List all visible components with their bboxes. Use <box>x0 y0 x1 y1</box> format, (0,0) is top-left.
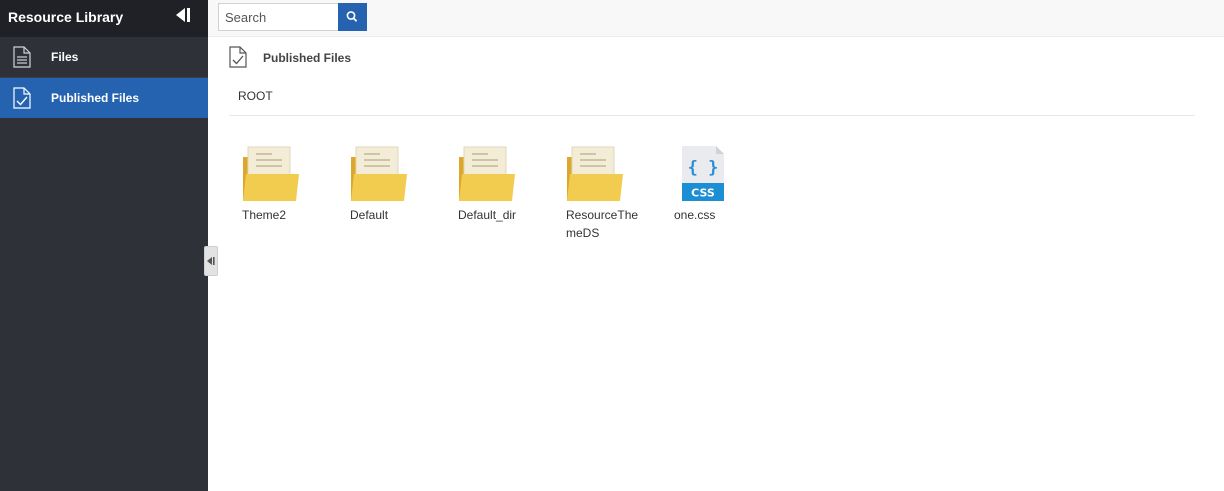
folder-item[interactable]: Theme2 <box>242 145 322 224</box>
toolbar <box>208 0 1224 37</box>
folder-icon <box>243 146 299 201</box>
sidebar-title: Resource Library <box>8 9 124 25</box>
folder-item[interactable]: Default_dir <box>458 145 538 224</box>
collapse-sidebar-button[interactable] <box>174 6 194 26</box>
folder-item[interactable]: ResourceThemeDS <box>566 145 646 242</box>
breadcrumb[interactable]: ROOT <box>238 89 273 103</box>
file-name: Default <box>350 208 389 222</box>
folder-icon <box>351 146 407 201</box>
collapse-left-icon <box>176 8 190 22</box>
document-icon <box>13 46 31 68</box>
file-name: Theme2 <box>242 208 287 222</box>
panel-splitter-handle[interactable] <box>204 246 218 276</box>
sidebar-item-label: Files <box>51 50 79 64</box>
svg-text:{ }: { } <box>688 158 719 178</box>
page-title: Published Files <box>263 51 352 65</box>
file-name: ResourceThemeDS <box>566 208 639 240</box>
folder-item[interactable]: Default <box>350 145 430 224</box>
published-document-icon <box>229 46 247 68</box>
file-item[interactable]: { } CSS one.css <box>674 145 754 224</box>
sidebar-item-label: Published Files <box>51 91 140 105</box>
search-icon <box>346 11 358 22</box>
file-name: one.css <box>674 208 716 222</box>
collapse-left-icon <box>207 257 215 265</box>
folder-icon <box>567 146 623 201</box>
sidebar-header: Resource Library <box>0 0 208 37</box>
published-document-icon <box>13 87 31 109</box>
search-input[interactable] <box>218 3 338 31</box>
css-file-icon: { } CSS <box>682 146 724 201</box>
folder-icon <box>459 146 515 201</box>
sidebar: Resource Library Files Published Files <box>0 0 208 491</box>
divider <box>229 115 1195 116</box>
sidebar-item-files[interactable]: Files <box>0 37 208 78</box>
file-type-badge: CSS <box>691 187 715 200</box>
sidebar-item-published-files[interactable]: Published Files <box>0 78 208 118</box>
file-name: Default_dir <box>458 208 517 222</box>
search-button[interactable] <box>338 3 367 31</box>
